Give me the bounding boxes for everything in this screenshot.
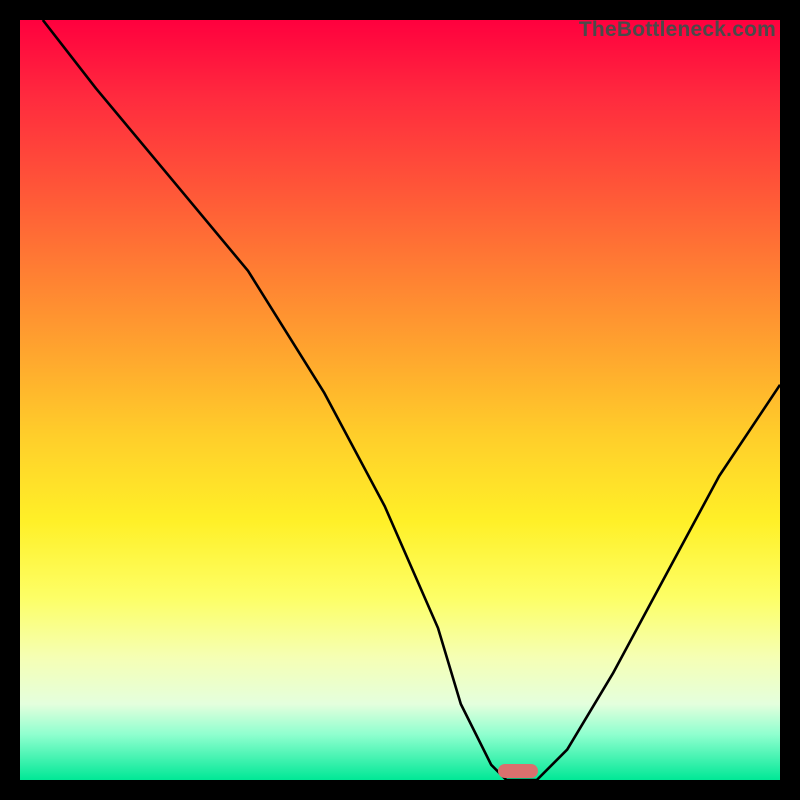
curve-path [43, 20, 780, 780]
plot-area: TheBottleneck.com [20, 20, 780, 780]
chart-frame: TheBottleneck.com [0, 0, 800, 800]
optimal-marker [498, 764, 538, 778]
bottleneck-curve [20, 20, 780, 780]
